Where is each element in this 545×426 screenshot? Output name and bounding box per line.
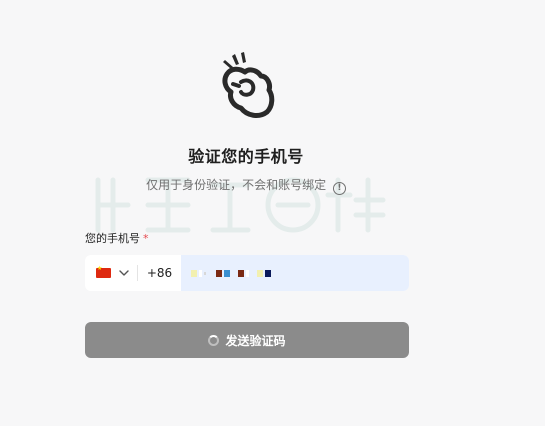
redacted-digit — [216, 269, 222, 277]
redacted-digit — [224, 269, 230, 277]
redacted-gap — [208, 270, 214, 277]
subtitle-text: 仅用于身份验证，不会和账号绑定 — [146, 178, 327, 192]
redacted-digit — [257, 269, 263, 277]
loading-spinner-icon — [208, 334, 220, 346]
redacted-digit — [204, 271, 206, 275]
send-code-button[interactable]: 发送验证码 — [85, 322, 409, 358]
redacted-digit — [246, 269, 249, 277]
country-select[interactable] — [85, 255, 137, 291]
dial-code: +86 — [146, 266, 173, 280]
chevron-down-icon — [119, 270, 129, 276]
redacted-gap — [251, 270, 255, 277]
china-flag-icon — [96, 265, 111, 278]
redacted-digit — [199, 269, 202, 277]
hand-logo-icon — [222, 52, 275, 118]
phone-input-group: +86 — [85, 255, 409, 291]
redacted-digit — [238, 269, 244, 277]
watermark-logo — [95, 177, 386, 233]
redacted-digit — [191, 269, 197, 277]
send-button-label: 发送验证码 — [225, 333, 286, 348]
required-mark: * — [143, 232, 149, 245]
redacted-digit — [265, 269, 271, 277]
page-title: 验证您的手机号 — [188, 147, 304, 166]
redacted-gap — [232, 270, 236, 277]
verification-page: 验证您的手机号 仅用于身份验证，不会和账号绑定 ! 您的手机号* +86 — [0, 0, 545, 426]
phone-label-text: 您的手机号 — [85, 232, 140, 245]
phone-field-label: 您的手机号 * — [85, 230, 149, 246]
page-subtitle: 仅用于身份验证，不会和账号绑定 ! — [0, 176, 492, 195]
info-icon[interactable]: ! — [332, 182, 346, 195]
phone-number-input[interactable] — [181, 255, 409, 291]
